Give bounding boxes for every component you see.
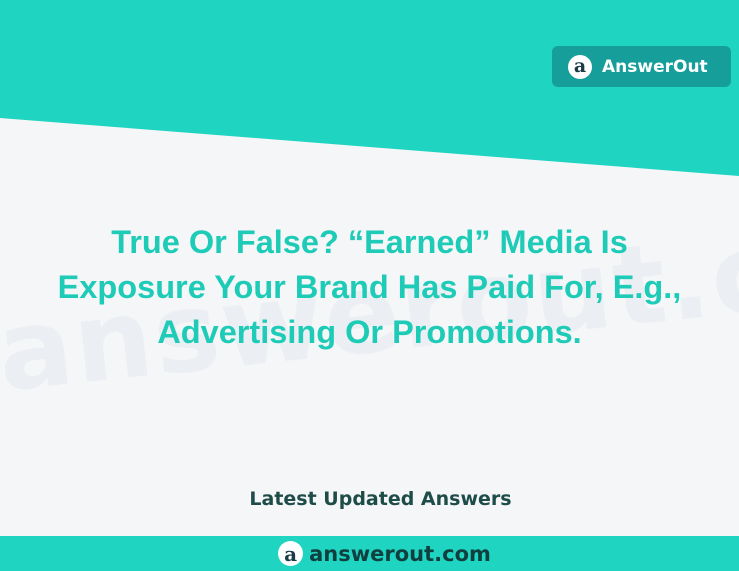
footer-domain: answerout.com — [309, 541, 491, 566]
top-teal-band — [0, 0, 739, 176]
question-line: Exposure Your Brand Has Paid For, E.g., — [57, 269, 682, 305]
footer-bar: a answerout.com — [0, 536, 739, 571]
question-line: True Or False? “Earned” Media Is — [111, 224, 628, 260]
answerout-footer-logo-icon: a — [278, 541, 304, 566]
brand-name: AnswerOut — [602, 56, 708, 77]
answerout-logo-icon: a — [568, 54, 592, 79]
footer-brand-link[interactable]: a answerout.com — [278, 541, 491, 566]
question-line: Advertising Or Promotions. — [157, 314, 582, 350]
brand-badge[interactable]: a AnswerOut — [552, 46, 731, 87]
question-title: True Or False? “Earned” Media Is Exposur… — [20, 220, 719, 355]
latest-updated-answers-label: Latest Updated Answers — [249, 488, 512, 510]
